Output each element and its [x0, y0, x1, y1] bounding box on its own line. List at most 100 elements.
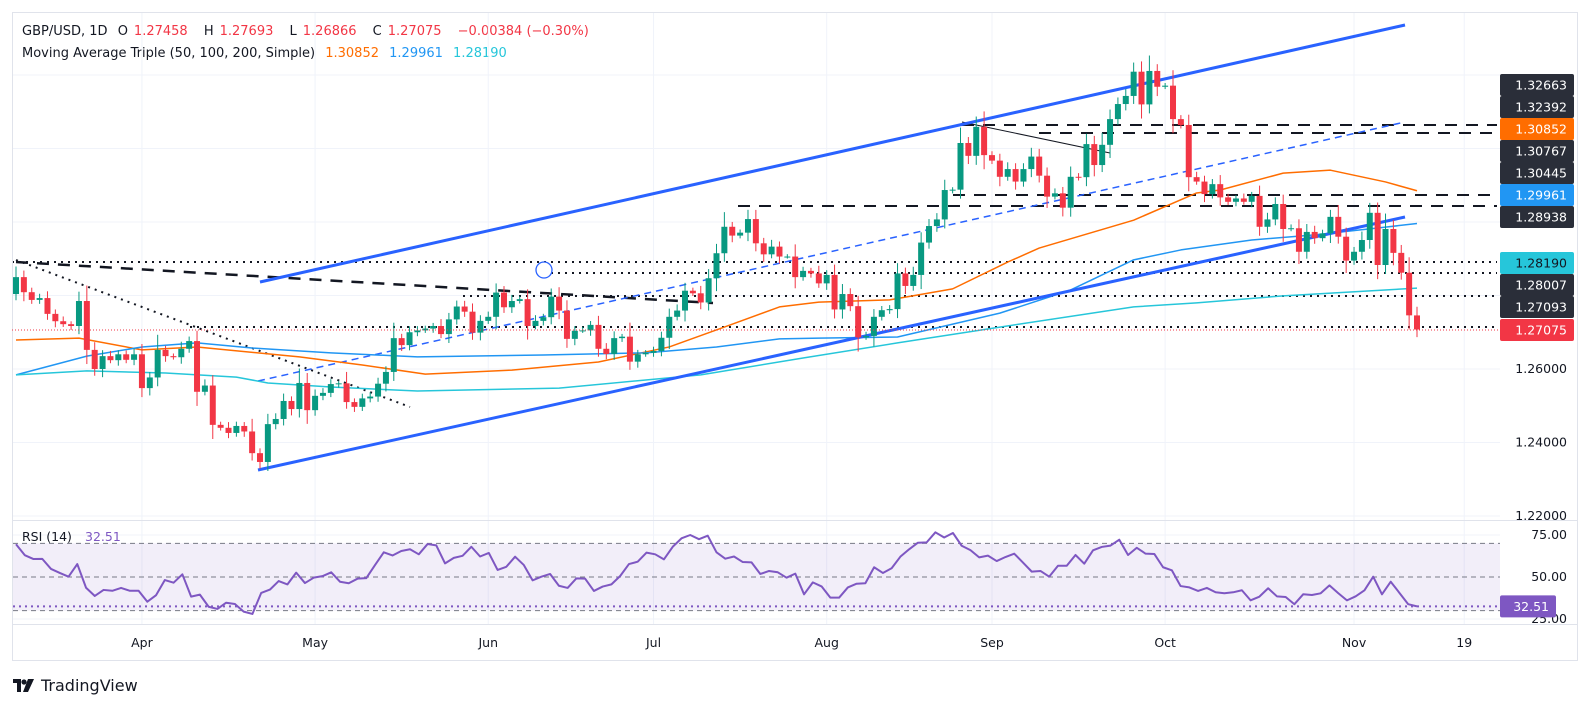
candle[interactable] [367, 392, 374, 403]
candle[interactable] [1311, 225, 1318, 244]
candle[interactable] [375, 377, 382, 402]
candle[interactable] [1036, 148, 1043, 183]
candle[interactable] [926, 219, 933, 249]
candle[interactable] [390, 322, 397, 381]
candle[interactable] [839, 284, 846, 319]
chart-canvas[interactable]: 1.26000 1.24000 1.22000 1.32663 1.32392 1.308… [0, 0, 1591, 707]
candle[interactable] [933, 213, 940, 232]
candle[interactable] [1295, 219, 1302, 265]
candle[interactable] [146, 372, 153, 396]
candle[interactable] [453, 300, 460, 325]
candle[interactable] [524, 289, 531, 340]
candle[interactable] [225, 422, 232, 439]
candle[interactable] [776, 241, 783, 264]
candle[interactable] [351, 398, 358, 412]
channel-lower-line[interactable] [257, 215, 1406, 472]
time-axis[interactable]: Apr May Jun Jul Aug Sep Oct Nov 19 [131, 635, 1472, 650]
candle[interactable] [60, 316, 67, 327]
candle[interactable] [1217, 175, 1224, 206]
candle[interactable] [957, 127, 964, 199]
candle[interactable] [28, 287, 35, 304]
tradingview-logo[interactable]: TradingView [13, 676, 138, 695]
candle[interactable] [965, 137, 972, 165]
candle[interactable] [1232, 195, 1239, 207]
candle[interactable] [264, 413, 271, 471]
candle[interactable] [1327, 209, 1334, 243]
descending-dashed-trendline[interactable] [15, 260, 714, 305]
marker-circle[interactable] [535, 261, 553, 279]
candle[interactable] [1114, 97, 1121, 125]
candle[interactable] [186, 336, 193, 353]
candle[interactable] [1414, 306, 1420, 338]
candle[interactable] [1154, 64, 1161, 97]
candle[interactable] [233, 421, 240, 437]
candle[interactable] [115, 350, 122, 366]
candle[interactable] [918, 232, 925, 290]
candle[interactable] [131, 348, 138, 366]
candle[interactable] [516, 296, 523, 304]
candle[interactable] [1012, 163, 1019, 190]
candle[interactable] [1122, 89, 1129, 111]
candle[interactable] [1335, 204, 1342, 244]
candle[interactable] [666, 308, 673, 350]
candle[interactable] [1366, 202, 1373, 249]
candle[interactable] [973, 116, 980, 165]
candle[interactable] [382, 366, 389, 392]
candle[interactable] [611, 331, 618, 360]
candle[interactable] [815, 265, 822, 288]
candle[interactable] [1146, 55, 1153, 114]
candle[interactable] [1075, 173, 1082, 181]
candle[interactable] [705, 269, 712, 311]
candle[interactable] [847, 288, 854, 312]
candle[interactable] [800, 266, 807, 281]
candle[interactable] [68, 321, 75, 330]
candle[interactable] [1099, 132, 1106, 173]
candle[interactable] [674, 304, 681, 321]
candle[interactable] [485, 311, 492, 324]
candle[interactable] [689, 287, 696, 296]
candle[interactable] [619, 333, 626, 342]
candle[interactable] [1398, 244, 1405, 280]
candle[interactable] [75, 291, 82, 335]
candle[interactable] [949, 187, 956, 194]
candle[interactable] [737, 229, 744, 239]
candle[interactable] [760, 237, 767, 262]
candle[interactable] [288, 396, 295, 416]
candle[interactable] [1107, 109, 1114, 158]
candle[interactable] [1138, 61, 1145, 119]
candle[interactable] [1162, 82, 1169, 90]
candle[interactable] [729, 221, 736, 243]
candle[interactable] [1170, 70, 1177, 134]
candle[interactable] [1004, 162, 1011, 181]
candle[interactable] [280, 393, 287, 426]
candle[interactable] [1303, 224, 1310, 259]
candle[interactable] [249, 418, 256, 461]
candle[interactable] [327, 379, 334, 398]
candle[interactable] [430, 322, 437, 333]
candle[interactable] [996, 153, 1003, 187]
candle[interactable] [359, 393, 366, 411]
candle[interactable] [650, 346, 657, 357]
candle[interactable] [477, 315, 484, 341]
candle[interactable] [792, 244, 799, 289]
candle[interactable] [1201, 175, 1208, 203]
candle[interactable] [83, 285, 90, 365]
candle[interactable] [1256, 185, 1263, 236]
candle[interactable] [1280, 194, 1287, 242]
candle[interactable] [697, 285, 704, 310]
candle[interactable] [123, 350, 130, 364]
candle[interactable] [595, 315, 602, 357]
candle[interactable] [469, 303, 476, 340]
candle[interactable] [319, 388, 326, 401]
candle[interactable] [1288, 224, 1295, 232]
candle[interactable] [587, 321, 594, 336]
candle[interactable] [241, 422, 248, 437]
candle[interactable] [878, 305, 885, 321]
candle[interactable] [304, 372, 311, 424]
candle[interactable] [988, 151, 995, 165]
candle[interactable] [1406, 257, 1413, 330]
candle[interactable] [272, 413, 279, 430]
candle[interactable] [1358, 231, 1365, 260]
candle[interactable] [886, 305, 893, 314]
candle[interactable] [20, 270, 27, 302]
